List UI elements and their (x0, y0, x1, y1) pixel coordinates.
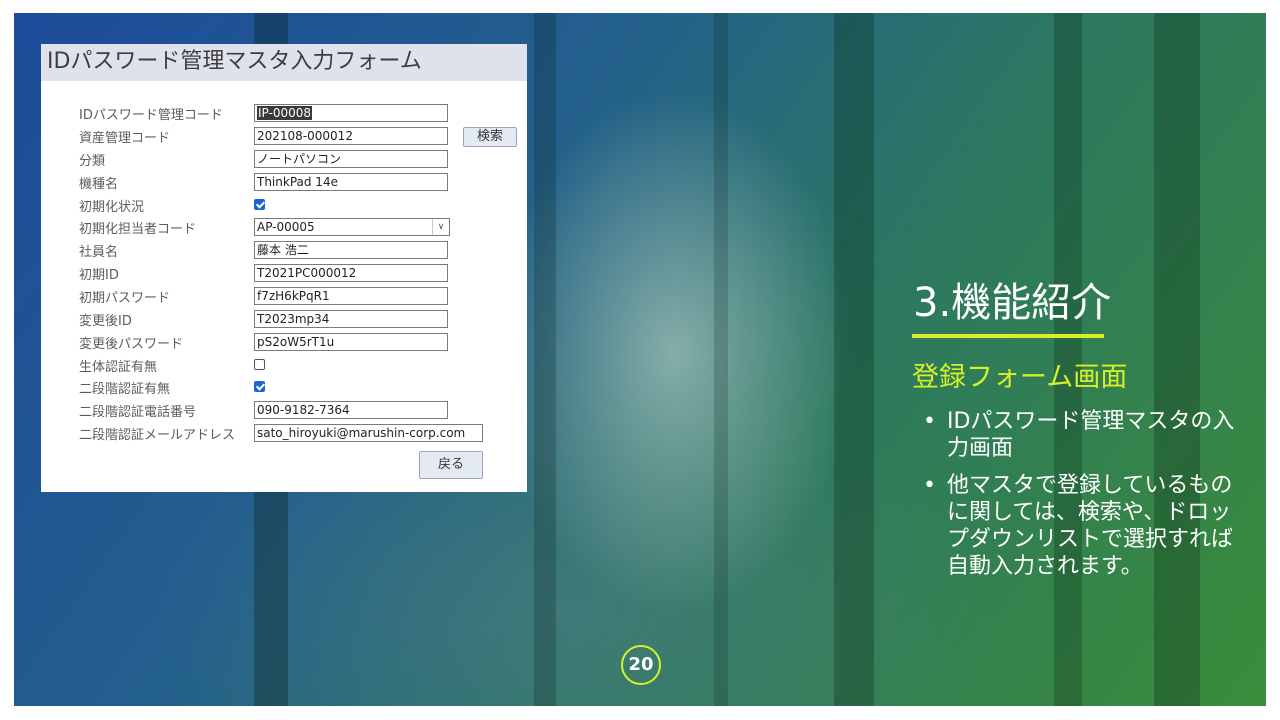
new-password-input[interactable]: pS2oW5rT1u (254, 333, 448, 351)
field-label: 二段階認証有無 (79, 382, 171, 397)
field-label: 二段階認証電話番号 (79, 405, 197, 420)
chevron-down-icon[interactable]: ∨ (432, 219, 449, 235)
bullet-text: 他マスタで登録しているものに関しては、検索や、ドロップダウンリストで選択すれば自… (947, 473, 1234, 579)
form-row-model: 機種名 ThinkPad 14e (41, 171, 527, 193)
back-button[interactable]: 戻る (419, 451, 483, 479)
form-row-new-password: 変更後パスワード pS2oW5rT1u (41, 331, 527, 353)
field-label: 変更後ID (79, 314, 132, 329)
initial-id-input[interactable]: T2021PC000012 (254, 264, 448, 282)
form-row-employee-name: 社員名 藤本 浩二 (41, 239, 527, 261)
new-id-input[interactable]: T2023mp34 (254, 310, 448, 328)
field-label: 社員名 (79, 245, 119, 260)
form-row-biometric: 生体認証有無 (41, 354, 527, 376)
bullet-list: • IDパスワード管理マスタの入力画面 • 他マスタで登録しているものに関しては… (923, 408, 1243, 590)
field-label: 初期パスワード (79, 291, 171, 306)
form-row-new-id: 変更後ID T2023mp34 (41, 308, 527, 330)
field-label: 初期化状況 (79, 200, 145, 215)
select-value: AP-00005 (257, 220, 315, 234)
bullet-text: IDパスワード管理マスタの入力画面 (947, 409, 1235, 461)
form-row-initial-password: 初期パスワード f7zH6kPqR1 (41, 285, 527, 307)
bullet-item: • 他マスタで登録しているものに関しては、検索や、ドロップダウンリストで選択すれ… (923, 472, 1243, 580)
employee-name-input[interactable]: 藤本 浩二 (254, 241, 448, 259)
id-code-input[interactable]: IP-00008 (254, 104, 448, 122)
tree-trunk (1154, 13, 1200, 706)
field-label: 変更後パスワード (79, 337, 184, 352)
page-number: 20 (621, 645, 661, 685)
form-title: IDパスワード管理マスタ入力フォーム (41, 44, 527, 81)
form-row-category: 分類 ノートパソコン (41, 148, 527, 170)
init-staff-select[interactable]: AP-00005 ∨ (254, 218, 450, 236)
bullet-item: • IDパスワード管理マスタの入力画面 (923, 408, 1243, 462)
tree-trunk (714, 13, 728, 706)
field-label: 初期ID (79, 268, 119, 283)
biometric-checkbox[interactable] (254, 359, 265, 370)
form-row-two-factor-email: 二段階認証メールアドレス sato_hiroyuki@marushin-corp… (41, 422, 527, 444)
section-subtitle: 登録フォーム画面 (912, 362, 1128, 393)
field-label: 生体認証有無 (79, 360, 158, 375)
accent-divider (912, 334, 1104, 338)
init-status-checkbox[interactable] (254, 199, 265, 210)
selected-text: IP-00008 (257, 106, 313, 120)
bullet-icon: • (923, 473, 936, 498)
initial-password-input[interactable]: f7zH6kPqR1 (254, 287, 448, 305)
bullet-icon: • (923, 409, 936, 434)
field-label: 初期化担当者コード (79, 222, 197, 237)
category-input[interactable]: ノートパソコン (254, 150, 448, 168)
field-label: 資産管理コード (79, 131, 171, 146)
form-row-asset-code: 資産管理コード 202108-000012 検索 (41, 125, 527, 147)
search-button[interactable]: 検索 (463, 127, 517, 147)
two-factor-phone-input[interactable]: 090-9182-7364 (254, 401, 448, 419)
field-label: 分類 (79, 154, 106, 169)
field-label: 二段階認証メールアドレス (79, 428, 236, 443)
field-label: 機種名 (79, 177, 119, 192)
model-input[interactable]: ThinkPad 14e (254, 173, 448, 191)
field-label: IDパスワード管理コード (79, 108, 223, 123)
form-screenshot: IDパスワード管理マスタ入力フォーム IDパスワード管理コード IP-00008… (41, 44, 527, 492)
tree-trunk (834, 13, 874, 706)
section-title: 3.機能紹介 (913, 280, 1112, 326)
form-row-init-status: 初期化状況 (41, 194, 527, 216)
form-row-init-staff: 初期化担当者コード AP-00005 ∨ (41, 216, 527, 238)
form-row-id-code: IDパスワード管理コード IP-00008 (41, 102, 527, 124)
tree-trunk (534, 13, 556, 706)
form-row-two-factor: 二段階認証有無 (41, 376, 527, 398)
form-row-initial-id: 初期ID T2021PC000012 (41, 262, 527, 284)
form-row-two-factor-phone: 二段階認証電話番号 090-9182-7364 (41, 399, 527, 421)
two-factor-checkbox[interactable] (254, 381, 265, 392)
asset-code-input[interactable]: 202108-000012 (254, 127, 448, 145)
two-factor-email-input[interactable]: sato_hiroyuki@marushin-corp.com (254, 424, 483, 442)
